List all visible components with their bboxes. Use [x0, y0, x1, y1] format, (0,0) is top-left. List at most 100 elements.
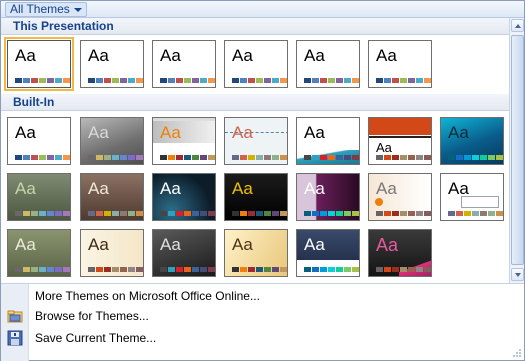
color-swatch: [39, 211, 46, 216]
theme-thumb-solstice[interactable]: Aa: [80, 229, 144, 277]
theme-sample-text: Aa: [232, 179, 253, 198]
theme-thumb-origin[interactable]: Aa: [440, 173, 504, 221]
theme-thumb[interactable]: Aa: [152, 40, 216, 88]
theme-thumb-urban[interactable]: Aa: [296, 229, 360, 277]
theme-thumb-aspect[interactable]: Aa: [152, 117, 216, 165]
save-theme-label: Save Current Theme...: [35, 331, 157, 345]
color-swatch: [96, 211, 103, 216]
color-swatch: [280, 211, 287, 216]
color-swatch: [352, 211, 359, 216]
theme-thumb-paper[interactable]: Aa: [7, 229, 71, 277]
save-current-theme-item[interactable]: Save Current Theme...: [35, 329, 156, 347]
theme-thumb[interactable]: Aa: [80, 40, 144, 88]
theme-thumb-metro[interactable]: Aa: [152, 173, 216, 221]
color-swatches: [376, 78, 431, 83]
gallery-scrollbar[interactable]: [509, 18, 524, 283]
theme-thumb-trek[interactable]: Aa: [224, 229, 288, 277]
theme-thumb[interactable]: Aa: [296, 40, 360, 88]
color-swatch: [23, 155, 30, 160]
color-swatch: [336, 155, 343, 160]
color-swatch: [472, 155, 479, 160]
color-swatch: [232, 155, 239, 160]
scrollbar-thumb[interactable]: [511, 35, 524, 265]
color-swatch: [112, 155, 119, 160]
color-swatch: [392, 211, 399, 216]
theme-thumb-concourse[interactable]: Aa: [296, 117, 360, 165]
theme-sample-text: Aa: [304, 235, 325, 254]
color-swatch: [272, 211, 279, 216]
browse-themes-item[interactable]: Browse for Themes...: [35, 307, 149, 325]
theme-thumb-opulent[interactable]: Aa: [296, 173, 360, 221]
color-swatch: [376, 211, 383, 216]
color-swatch: [23, 78, 30, 83]
color-swatches: [160, 78, 215, 83]
color-swatches: [88, 78, 143, 83]
theme-thumb-oriel[interactable]: Aa: [368, 173, 432, 221]
color-swatch: [240, 78, 247, 83]
color-swatches: [304, 78, 359, 83]
color-swatch: [280, 155, 287, 160]
arrow-up-icon: [515, 24, 521, 28]
theme-sample-text: Aa: [304, 123, 325, 142]
color-swatch: [272, 155, 279, 160]
theme-sample-text: Aa: [304, 179, 325, 198]
theme-thumb-verve[interactable]: Aa: [368, 229, 432, 277]
chevron-down-icon: [73, 7, 82, 12]
color-swatch: [128, 78, 135, 83]
color-swatches: [376, 211, 431, 216]
color-swatches: [232, 267, 287, 272]
color-swatch: [55, 78, 62, 83]
color-swatch: [312, 211, 319, 216]
color-swatch: [312, 78, 319, 83]
color-swatch: [416, 78, 423, 83]
resize-grip-icon[interactable]: [512, 348, 522, 358]
color-swatch: [15, 78, 22, 83]
color-swatch: [264, 78, 271, 83]
theme-sample-text: Aa: [15, 179, 36, 198]
color-swatch: [416, 267, 423, 272]
color-swatch: [448, 155, 455, 160]
theme-thumb-technic[interactable]: Aa: [152, 229, 216, 277]
color-swatches: [304, 211, 359, 216]
color-swatch: [63, 211, 70, 216]
color-swatch: [184, 78, 191, 83]
scroll-up-button[interactable]: [511, 19, 524, 32]
theme-thumb-office[interactable]: Aa: [7, 117, 71, 165]
color-swatch: [320, 211, 327, 216]
color-swatch: [168, 211, 175, 216]
color-swatch: [39, 267, 46, 272]
color-swatch: [464, 155, 471, 160]
color-swatch: [400, 78, 407, 83]
color-swatch: [400, 267, 407, 272]
color-swatch: [31, 267, 38, 272]
color-swatches: [15, 211, 70, 216]
theme-thumb-apex[interactable]: Aa: [80, 117, 144, 165]
theme-thumb-equity[interactable]: Aa: [368, 117, 432, 165]
color-swatch: [208, 155, 215, 160]
theme-thumb[interactable]: Aa: [368, 40, 432, 88]
color-swatch: [376, 267, 383, 272]
color-swatches: [232, 155, 287, 160]
color-swatches: [232, 211, 287, 216]
scroll-down-button[interactable]: [511, 268, 524, 281]
theme-thumb-module[interactable]: Aa: [224, 173, 288, 221]
theme-thumb-flow[interactable]: Aa: [440, 117, 504, 165]
gallery-header: All Themes: [1, 1, 524, 18]
color-swatch: [336, 78, 343, 83]
more-themes-online-item[interactable]: More Themes on Microsoft Office Online..…: [35, 287, 260, 305]
theme-thumb[interactable]: Aa: [224, 40, 288, 88]
color-swatch: [168, 267, 175, 272]
theme-thumb-current[interactable]: Aa: [4, 37, 74, 91]
theme-thumb-median[interactable]: Aa: [80, 173, 144, 221]
color-swatch: [448, 211, 455, 216]
all-themes-dropdown[interactable]: All Themes: [5, 2, 87, 17]
theme-thumb-foundry[interactable]: Aa: [7, 173, 71, 221]
color-swatch: [464, 211, 471, 216]
theme-thumb-civic[interactable]: Aa: [224, 117, 288, 165]
color-swatch: [39, 78, 46, 83]
color-swatch: [39, 155, 46, 160]
theme-sample-text: Aa: [15, 123, 36, 142]
color-swatch: [192, 267, 199, 272]
color-swatches: [160, 267, 215, 272]
color-swatch: [240, 267, 247, 272]
